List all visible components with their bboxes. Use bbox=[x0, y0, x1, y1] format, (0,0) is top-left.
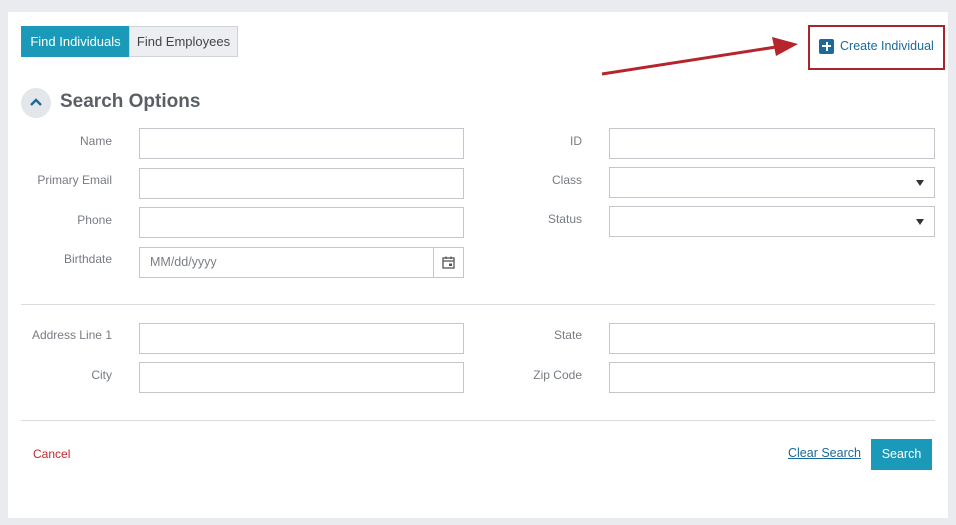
name-label: Name bbox=[79, 134, 112, 148]
primary-email-input[interactable] bbox=[139, 168, 464, 199]
id-input[interactable] bbox=[609, 128, 935, 159]
annotation-arrow bbox=[601, 37, 798, 76]
cancel-link[interactable]: Cancel bbox=[33, 447, 70, 461]
birthdate-label: Birthdate bbox=[63, 252, 112, 266]
chevron-up-icon bbox=[30, 98, 42, 106]
tab-find-employees[interactable]: Find Employees bbox=[129, 26, 238, 57]
divider bbox=[21, 420, 935, 421]
calendar-icon bbox=[442, 256, 455, 269]
status-select[interactable] bbox=[609, 206, 935, 237]
divider bbox=[21, 304, 935, 305]
state-input[interactable] bbox=[609, 323, 935, 354]
phone-label: Phone bbox=[77, 213, 112, 227]
create-individual-label: Create Individual bbox=[840, 39, 934, 53]
birthdate-input[interactable]: MM/dd/yyyy bbox=[139, 247, 464, 278]
plus-icon bbox=[819, 38, 834, 54]
collapse-search-options-button[interactable] bbox=[21, 88, 51, 118]
zip-code-label: Zip Code bbox=[533, 368, 582, 382]
name-input[interactable] bbox=[139, 128, 464, 159]
class-label: Class bbox=[551, 173, 582, 187]
phone-input[interactable] bbox=[139, 207, 464, 238]
primary-email-label: Primary Email bbox=[37, 173, 112, 187]
calendar-button[interactable] bbox=[433, 248, 463, 277]
create-individual-button[interactable]: Create Individual bbox=[819, 37, 934, 55]
search-panel: Find Individuals Find Employees Create I… bbox=[8, 12, 948, 518]
zip-code-input[interactable] bbox=[609, 362, 935, 393]
address-line1-input[interactable] bbox=[139, 323, 464, 354]
caret-down-icon bbox=[916, 219, 924, 225]
caret-down-icon bbox=[916, 180, 924, 186]
class-select[interactable] bbox=[609, 167, 935, 198]
search-button[interactable]: Search bbox=[871, 439, 932, 470]
section-title: Search Options bbox=[60, 91, 201, 112]
status-label: Status bbox=[547, 212, 582, 226]
city-input[interactable] bbox=[139, 362, 464, 393]
state-label: State bbox=[553, 328, 582, 342]
clear-search-link[interactable]: Clear Search bbox=[788, 446, 861, 460]
tab-find-individuals[interactable]: Find Individuals bbox=[21, 26, 130, 57]
birthdate-placeholder: MM/dd/yyyy bbox=[150, 255, 217, 269]
address-line1-label: Address Line 1 bbox=[31, 328, 112, 342]
city-label: City bbox=[91, 368, 112, 382]
id-label: ID bbox=[570, 134, 582, 148]
